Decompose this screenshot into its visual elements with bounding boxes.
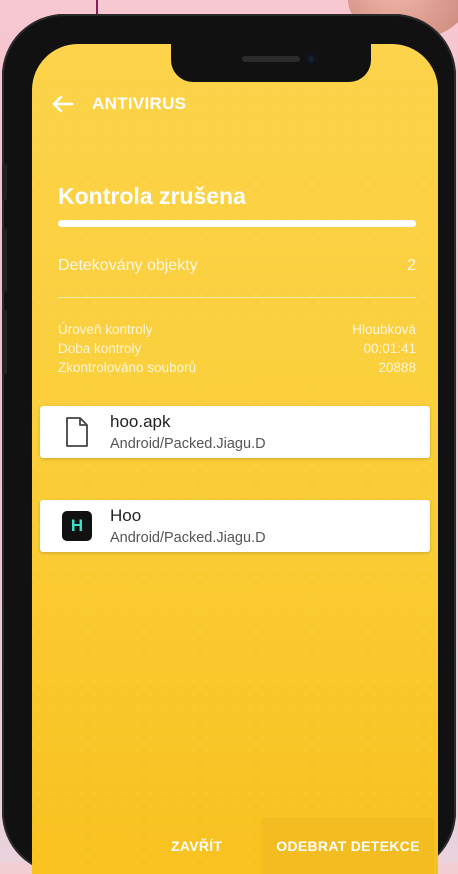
stat-value: 00:01:41: [363, 341, 416, 356]
phone-side-button: [2, 228, 7, 292]
stat-label: Doba kontroly: [58, 341, 142, 356]
scan-stats: Úroveň kontroly Hloubková Doba kontroly …: [58, 320, 416, 377]
phone-side-button: [2, 164, 7, 200]
detection-item[interactable]: hoo.apk Android/Packed.Jiagu.D: [40, 406, 430, 458]
detected-count: 2: [407, 257, 416, 274]
speaker-grille: [242, 56, 300, 62]
background-decoration: [96, 0, 98, 14]
stat-row: Úroveň kontroly Hloubková: [58, 320, 416, 339]
page-title: ANTIVIRUS: [92, 94, 187, 113]
scan-progress-fill: [58, 220, 416, 227]
divider: [58, 297, 416, 298]
arrow-left-icon[interactable]: [50, 91, 76, 117]
phone-frame: ANTIVIRUS Kontrola zrušena Detekovány ob…: [2, 14, 456, 874]
phone-side-button: [2, 310, 7, 374]
stat-value: Hloubková: [352, 322, 416, 337]
remove-detections-button[interactable]: ODEBRAT DETEKCE: [262, 818, 434, 874]
app-icon: H: [62, 509, 92, 543]
file-icon: [62, 415, 92, 449]
app-icon-letter: H: [62, 511, 92, 541]
detection-name: Hoo: [110, 505, 142, 525]
stat-row: Doba kontroly 00:01:41: [58, 339, 416, 358]
detection-type: Android/Packed.Jiagu.D: [110, 435, 266, 452]
detected-label: Detekovány objekty: [58, 257, 198, 274]
stat-value: 20888: [378, 360, 416, 375]
scan-status: Kontrola zrušena: [58, 183, 246, 209]
stat-row: Zkontrolováno souborů 20888: [58, 358, 416, 377]
detected-summary: Detekovány objekty 2: [58, 254, 416, 278]
app-bar: ANTIVIRUS: [32, 88, 438, 120]
phone-notch: [171, 44, 371, 82]
detection-item[interactable]: H Hoo Android/Packed.Jiagu.D: [40, 500, 430, 552]
action-bar: ZAVŘÍT ODEBRAT DETEKCE: [32, 818, 438, 874]
detection-type: Android/Packed.Jiagu.D: [110, 529, 266, 546]
detection-name: hoo.apk: [110, 411, 171, 431]
front-camera: [305, 53, 317, 65]
stat-label: Zkontrolováno souborů: [58, 360, 197, 375]
stat-label: Úroveň kontroly: [58, 322, 153, 337]
phone-screen: ANTIVIRUS Kontrola zrušena Detekovány ob…: [32, 44, 438, 874]
scan-progress-bar: [58, 220, 416, 227]
close-button[interactable]: ZAVŘÍT: [171, 838, 222, 854]
